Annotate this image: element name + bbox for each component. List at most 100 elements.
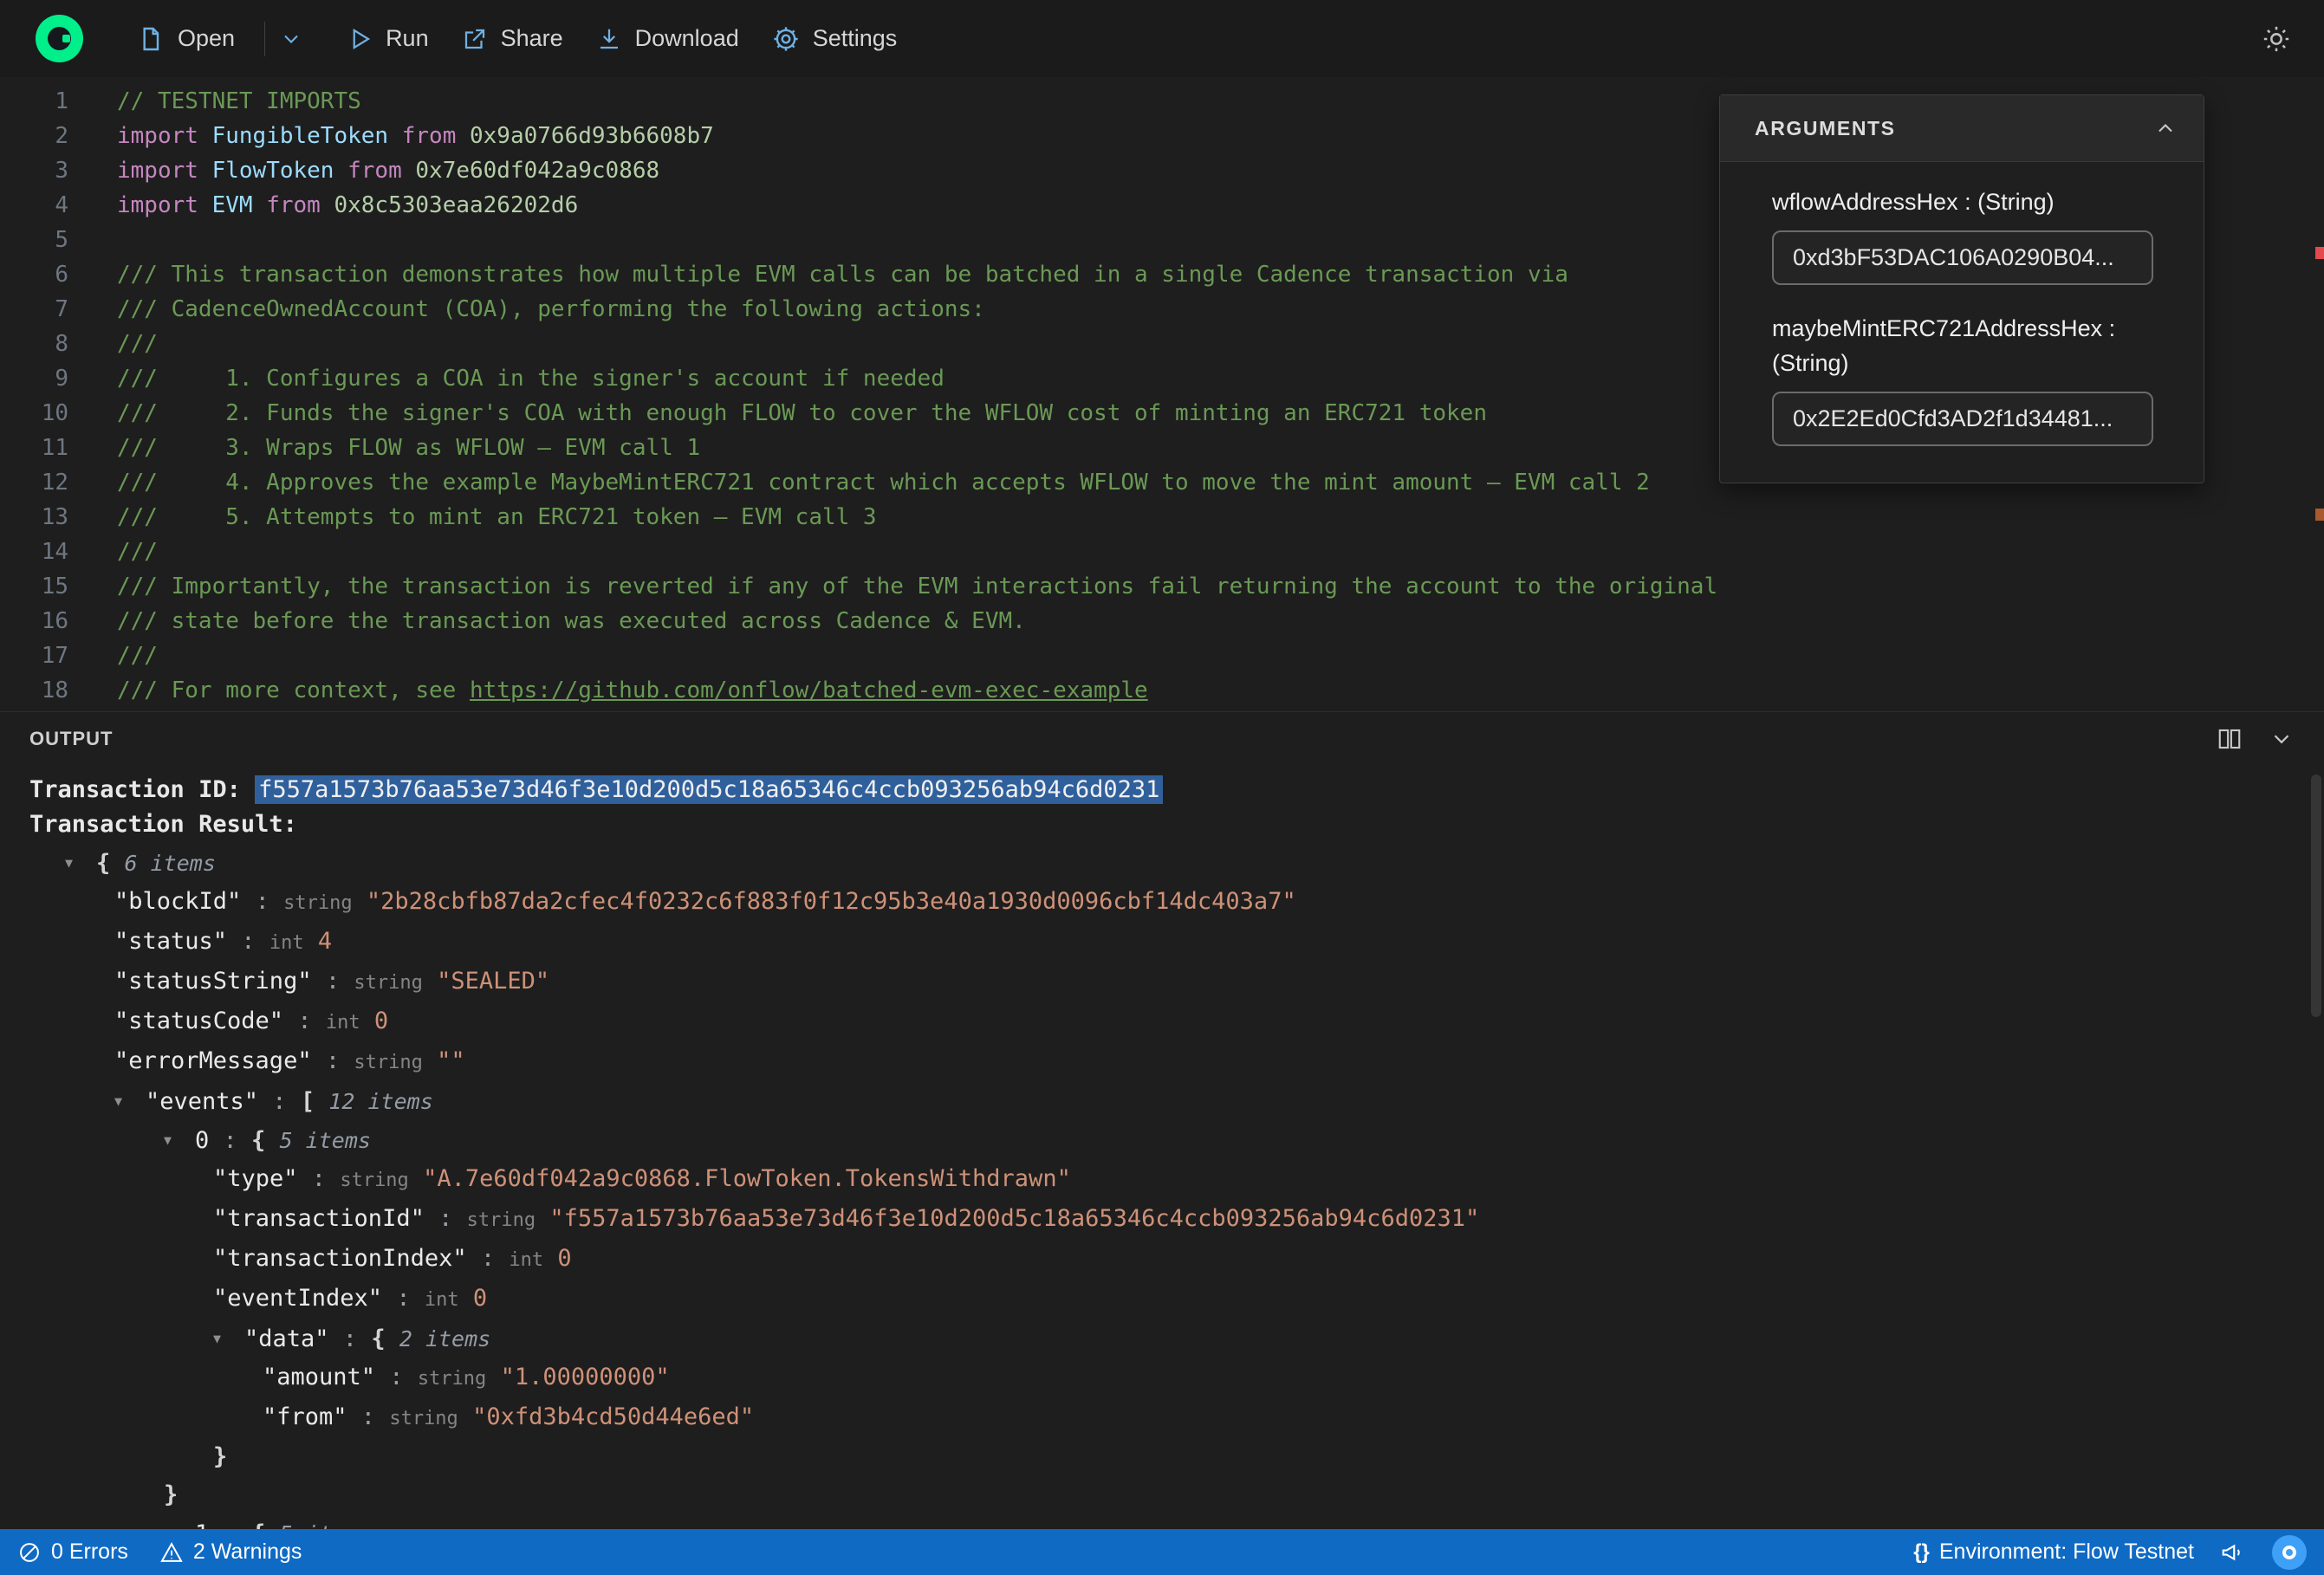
maybemint-address-input[interactable] (1772, 392, 2153, 446)
line-number: 10 (41, 400, 68, 426)
json-punc (458, 1403, 472, 1430)
json-tree-row: ▼ "events" : [ 12 items (29, 1082, 2324, 1121)
json-type: string (417, 1368, 487, 1390)
json-brace: { (251, 1520, 280, 1529)
json-type: int (269, 932, 304, 954)
json-tree-row: } (29, 1476, 2324, 1514)
code-line: /// For more context, see https://github… (117, 673, 1717, 708)
help-bubble-button[interactable] (2272, 1534, 2307, 1570)
code-line: /// 5. Attempts to mint an ERC721 token … (117, 500, 1717, 535)
line-number: 15 (41, 574, 68, 600)
expander-icon[interactable]: ▼ (213, 1319, 244, 1358)
feedback-megaphone-icon[interactable] (2220, 1539, 2246, 1565)
code-token: from (252, 192, 334, 218)
json-brace: { (96, 850, 125, 877)
json-str: "A.7e60df042a9c0868.FlowToken.TokensWith… (423, 1165, 1071, 1192)
code-token: FlowToken (211, 158, 334, 184)
line-number: 3 (55, 158, 68, 184)
json-int: 0 (373, 1008, 389, 1034)
json-str: "SEALED" (437, 968, 550, 995)
download-button[interactable]: Download (596, 25, 739, 52)
code-token: /// Importantly, the transaction is reve… (117, 574, 1718, 600)
code-token: /// CadenceOwnedAccount (COA), performin… (117, 296, 985, 322)
json-int: 0 (557, 1245, 572, 1272)
code-token: 0x8c5303eaa26202d6 (334, 192, 579, 218)
json-punc (423, 968, 437, 995)
flow-logo-hole (48, 27, 71, 50)
code-token: /// 1. Configures a COA in the signer's … (117, 366, 945, 392)
flow-logo[interactable] (36, 15, 83, 62)
json-punc: : (258, 1088, 301, 1115)
collapse-chevron-icon[interactable] (2269, 726, 2295, 752)
wflow-address-input[interactable] (1772, 230, 2153, 285)
json-punc: : (375, 1364, 418, 1390)
code-line: /// (117, 638, 1717, 673)
error-icon (20, 1542, 39, 1562)
help-bubble-icon (2282, 1545, 2296, 1559)
open-dropdown-button[interactable] (279, 27, 303, 51)
argument-label: maybeMintERC721AddressHex : (String) (1772, 315, 2116, 376)
overview-ruler-mark (2315, 247, 2324, 259)
code-token: /// 3. Wraps FLOW as WFLOW — EVM call 1 (117, 435, 701, 461)
json-key: "eventIndex" (213, 1285, 383, 1312)
json-key: "errorMessage" (114, 1047, 312, 1074)
json-tree-row: ▼{ 6 items (29, 844, 2324, 883)
json-items: 5 items (280, 1521, 371, 1529)
arguments-panel: ARGUMENTS wflowAddressHex : (String) may… (1719, 94, 2204, 483)
theme-toggle-button[interactable] (2262, 24, 2291, 54)
chevron-down-icon (284, 35, 298, 43)
sun-icon (2263, 26, 2289, 51)
output-scrollbar[interactable] (2311, 775, 2321, 1017)
code-token: from (334, 158, 416, 184)
json-tree-row: } (29, 1438, 2324, 1476)
json-punc: : (241, 888, 284, 915)
line-number-gutter: 1 2 3 4 5 6 7 8 9 10 11 12 13 14 15 16 17 18 (0, 84, 68, 711)
json-tree-row: "blockId" : string "2b28cbfb87da2cfec4f0… (29, 883, 2324, 923)
split-panel-icon[interactable] (2217, 726, 2243, 752)
share-button[interactable]: Share (462, 25, 563, 52)
code-line: /// CadenceOwnedAccount (COA), performin… (117, 292, 1717, 327)
open-file-icon (143, 27, 159, 50)
errors-count: 0 Errors (51, 1539, 128, 1564)
expander-icon[interactable]: ▼ (164, 1121, 195, 1159)
expander-icon[interactable]: ▼ (65, 844, 96, 882)
environment-status[interactable]: {} Environment: Flow Testnet (1913, 1539, 2194, 1565)
code-token: 0x9a0766d93b6608b7 (470, 123, 714, 149)
json-punc: : (311, 968, 354, 995)
code-line: /// 1. Configures a COA in the signer's … (117, 361, 1717, 396)
output-content: Transaction ID: f557a1573b76aa53e73d46f3… (0, 766, 2324, 1529)
json-punc: : (227, 928, 269, 955)
transaction-id-line: Transaction ID: f557a1573b76aa53e73d46f3… (29, 773, 2324, 807)
warning-icon (160, 1541, 183, 1562)
json-punc (543, 1245, 557, 1272)
transaction-id-value[interactable]: f557a1573b76aa53e73d46f3e10d200d5c18a653… (255, 775, 1164, 804)
code-lines: // TESTNET IMPORTS import FungibleToken f… (117, 84, 1717, 711)
json-tree-row: "status" : int 4 (29, 923, 2324, 962)
transaction-id-label: Transaction ID: (29, 776, 256, 803)
settings-button[interactable]: Settings (772, 25, 897, 53)
json-punc: : (424, 1205, 467, 1232)
download-icon (600, 29, 618, 49)
arguments-panel-header[interactable]: ARGUMENTS (1720, 95, 2204, 162)
code-link[interactable]: https://github.com/onflow/batched-evm-ex… (470, 677, 1148, 703)
code-line: import FlowToken from 0x7e60df042a9c0868 (117, 153, 1717, 188)
code-token: /// This transaction demonstrates how mu… (117, 262, 1568, 288)
json-key: "status" (114, 928, 228, 955)
json-key: "from" (263, 1403, 347, 1430)
json-punc (360, 1008, 374, 1034)
code-token: import (117, 158, 212, 184)
run-button[interactable]: Run (347, 25, 429, 52)
json-str: "0xfd3b4cd50d44e6ed" (472, 1403, 755, 1430)
open-button[interactable]: Open (137, 25, 235, 53)
line-number: 2 (55, 123, 68, 149)
gear-icon (774, 26, 798, 51)
expander-icon[interactable]: ▼ (114, 1082, 146, 1120)
code-line: /// 2. Funds the signer's COA with enoug… (117, 396, 1717, 431)
json-punc: : (297, 1165, 341, 1192)
errors-status[interactable]: 0 Errors (17, 1539, 128, 1565)
chevron-up-icon[interactable] (2153, 116, 2178, 140)
toolbar-divider (264, 21, 266, 56)
warnings-status[interactable]: 2 Warnings (159, 1539, 302, 1565)
expander-icon[interactable]: ▼ (164, 1514, 195, 1529)
